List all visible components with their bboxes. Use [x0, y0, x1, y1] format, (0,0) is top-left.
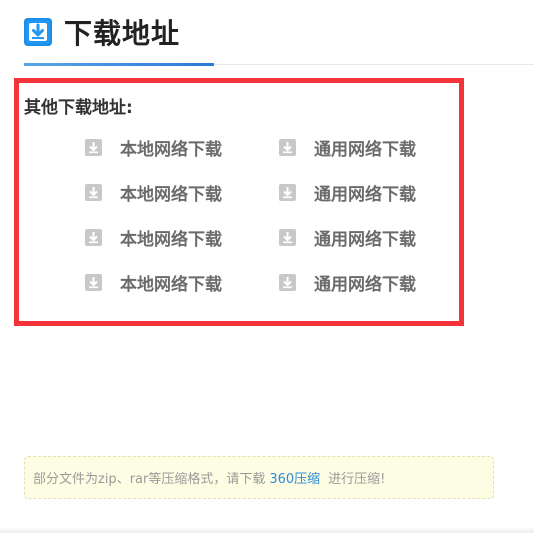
download-icon [85, 274, 102, 291]
link-label: 通用网络下载 [314, 275, 416, 295]
general-download-link[interactable]: 通用网络下载 [279, 270, 416, 295]
download-icon [279, 229, 296, 246]
local-download-link[interactable]: 本地网络下载 [85, 270, 222, 295]
download-icon [279, 184, 296, 201]
header-accent-bar [24, 63, 214, 66]
other-download-links-box: 其他下载地址: 本地网络下载 通用网络下载 本地网络下载 通用网络下载 本地网络… [14, 78, 464, 326]
compression-notice: 部分文件为zip、rar等压缩格式，请下载 360压缩 进行压缩! [24, 456, 494, 499]
section-header: 下载地址 [24, 12, 180, 52]
link-label: 通用网络下载 [314, 230, 416, 250]
link-row: 本地网络下载 通用网络下载 [19, 270, 459, 300]
download-icon [85, 139, 102, 156]
download-box-icon [24, 18, 52, 46]
link-label: 本地网络下载 [120, 275, 222, 295]
link-label: 通用网络下载 [314, 185, 416, 205]
link-label: 通用网络下载 [314, 140, 416, 160]
general-download-link[interactable]: 通用网络下载 [279, 135, 416, 160]
link-label: 本地网络下载 [120, 185, 222, 205]
link-label: 本地网络下载 [120, 230, 222, 250]
download-icon [85, 184, 102, 201]
360-zip-link[interactable]: 360压缩 [269, 468, 320, 487]
local-download-link[interactable]: 本地网络下载 [85, 225, 222, 250]
other-links-heading: 其他下载地址: [24, 98, 133, 118]
download-icon [279, 139, 296, 156]
notice-suffix: 进行压缩! [328, 472, 386, 487]
page-title: 下载地址 [64, 17, 181, 50]
general-download-link[interactable]: 通用网络下载 [279, 225, 416, 250]
notice-prefix: 部分文件为zip、rar等压缩格式，请下载 [33, 472, 266, 487]
link-label: 本地网络下载 [120, 140, 222, 160]
general-download-link[interactable]: 通用网络下载 [279, 180, 416, 205]
download-icon [85, 229, 102, 246]
download-page: 下载地址 其他下载地址: 本地网络下载 通用网络下载 本地网络下载 通用网络下载… [0, 0, 534, 533]
link-row: 本地网络下载 通用网络下载 [19, 180, 459, 210]
link-row: 本地网络下载 通用网络下载 [19, 225, 459, 255]
local-download-link[interactable]: 本地网络下载 [85, 135, 222, 160]
link-row: 本地网络下载 通用网络下载 [19, 135, 459, 165]
bottom-shadow [0, 527, 534, 533]
local-download-link[interactable]: 本地网络下载 [85, 180, 222, 205]
download-icon [279, 274, 296, 291]
